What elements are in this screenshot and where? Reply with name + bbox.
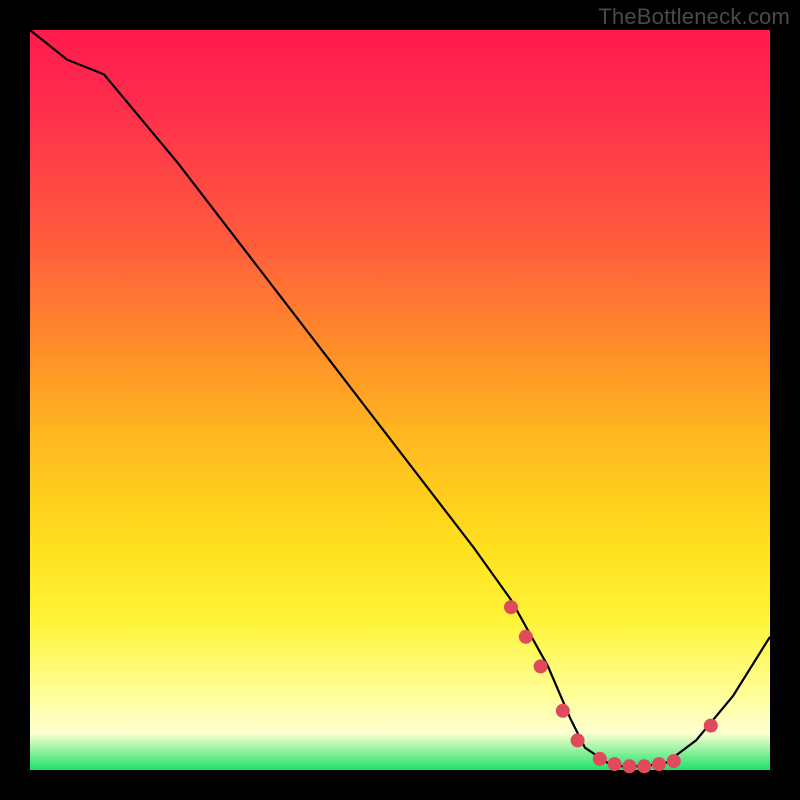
curve-marker [593, 752, 607, 766]
curve-marker [652, 757, 666, 771]
curve-marker [608, 757, 622, 771]
curve-svg [30, 30, 770, 770]
curve-marker [667, 754, 681, 768]
curve-marker [504, 600, 518, 614]
curve-marker [534, 659, 548, 673]
curve-marker [637, 759, 651, 773]
curve-marker [571, 733, 585, 747]
bottleneck-curve-path [30, 30, 770, 766]
curve-marker [556, 704, 570, 718]
curve-marker [622, 759, 636, 773]
plot-area [30, 30, 770, 770]
chart-frame: TheBottleneck.com [0, 0, 800, 800]
curve-marker [519, 630, 533, 644]
curve-marker [704, 719, 718, 733]
watermark-text: TheBottleneck.com [598, 4, 790, 30]
